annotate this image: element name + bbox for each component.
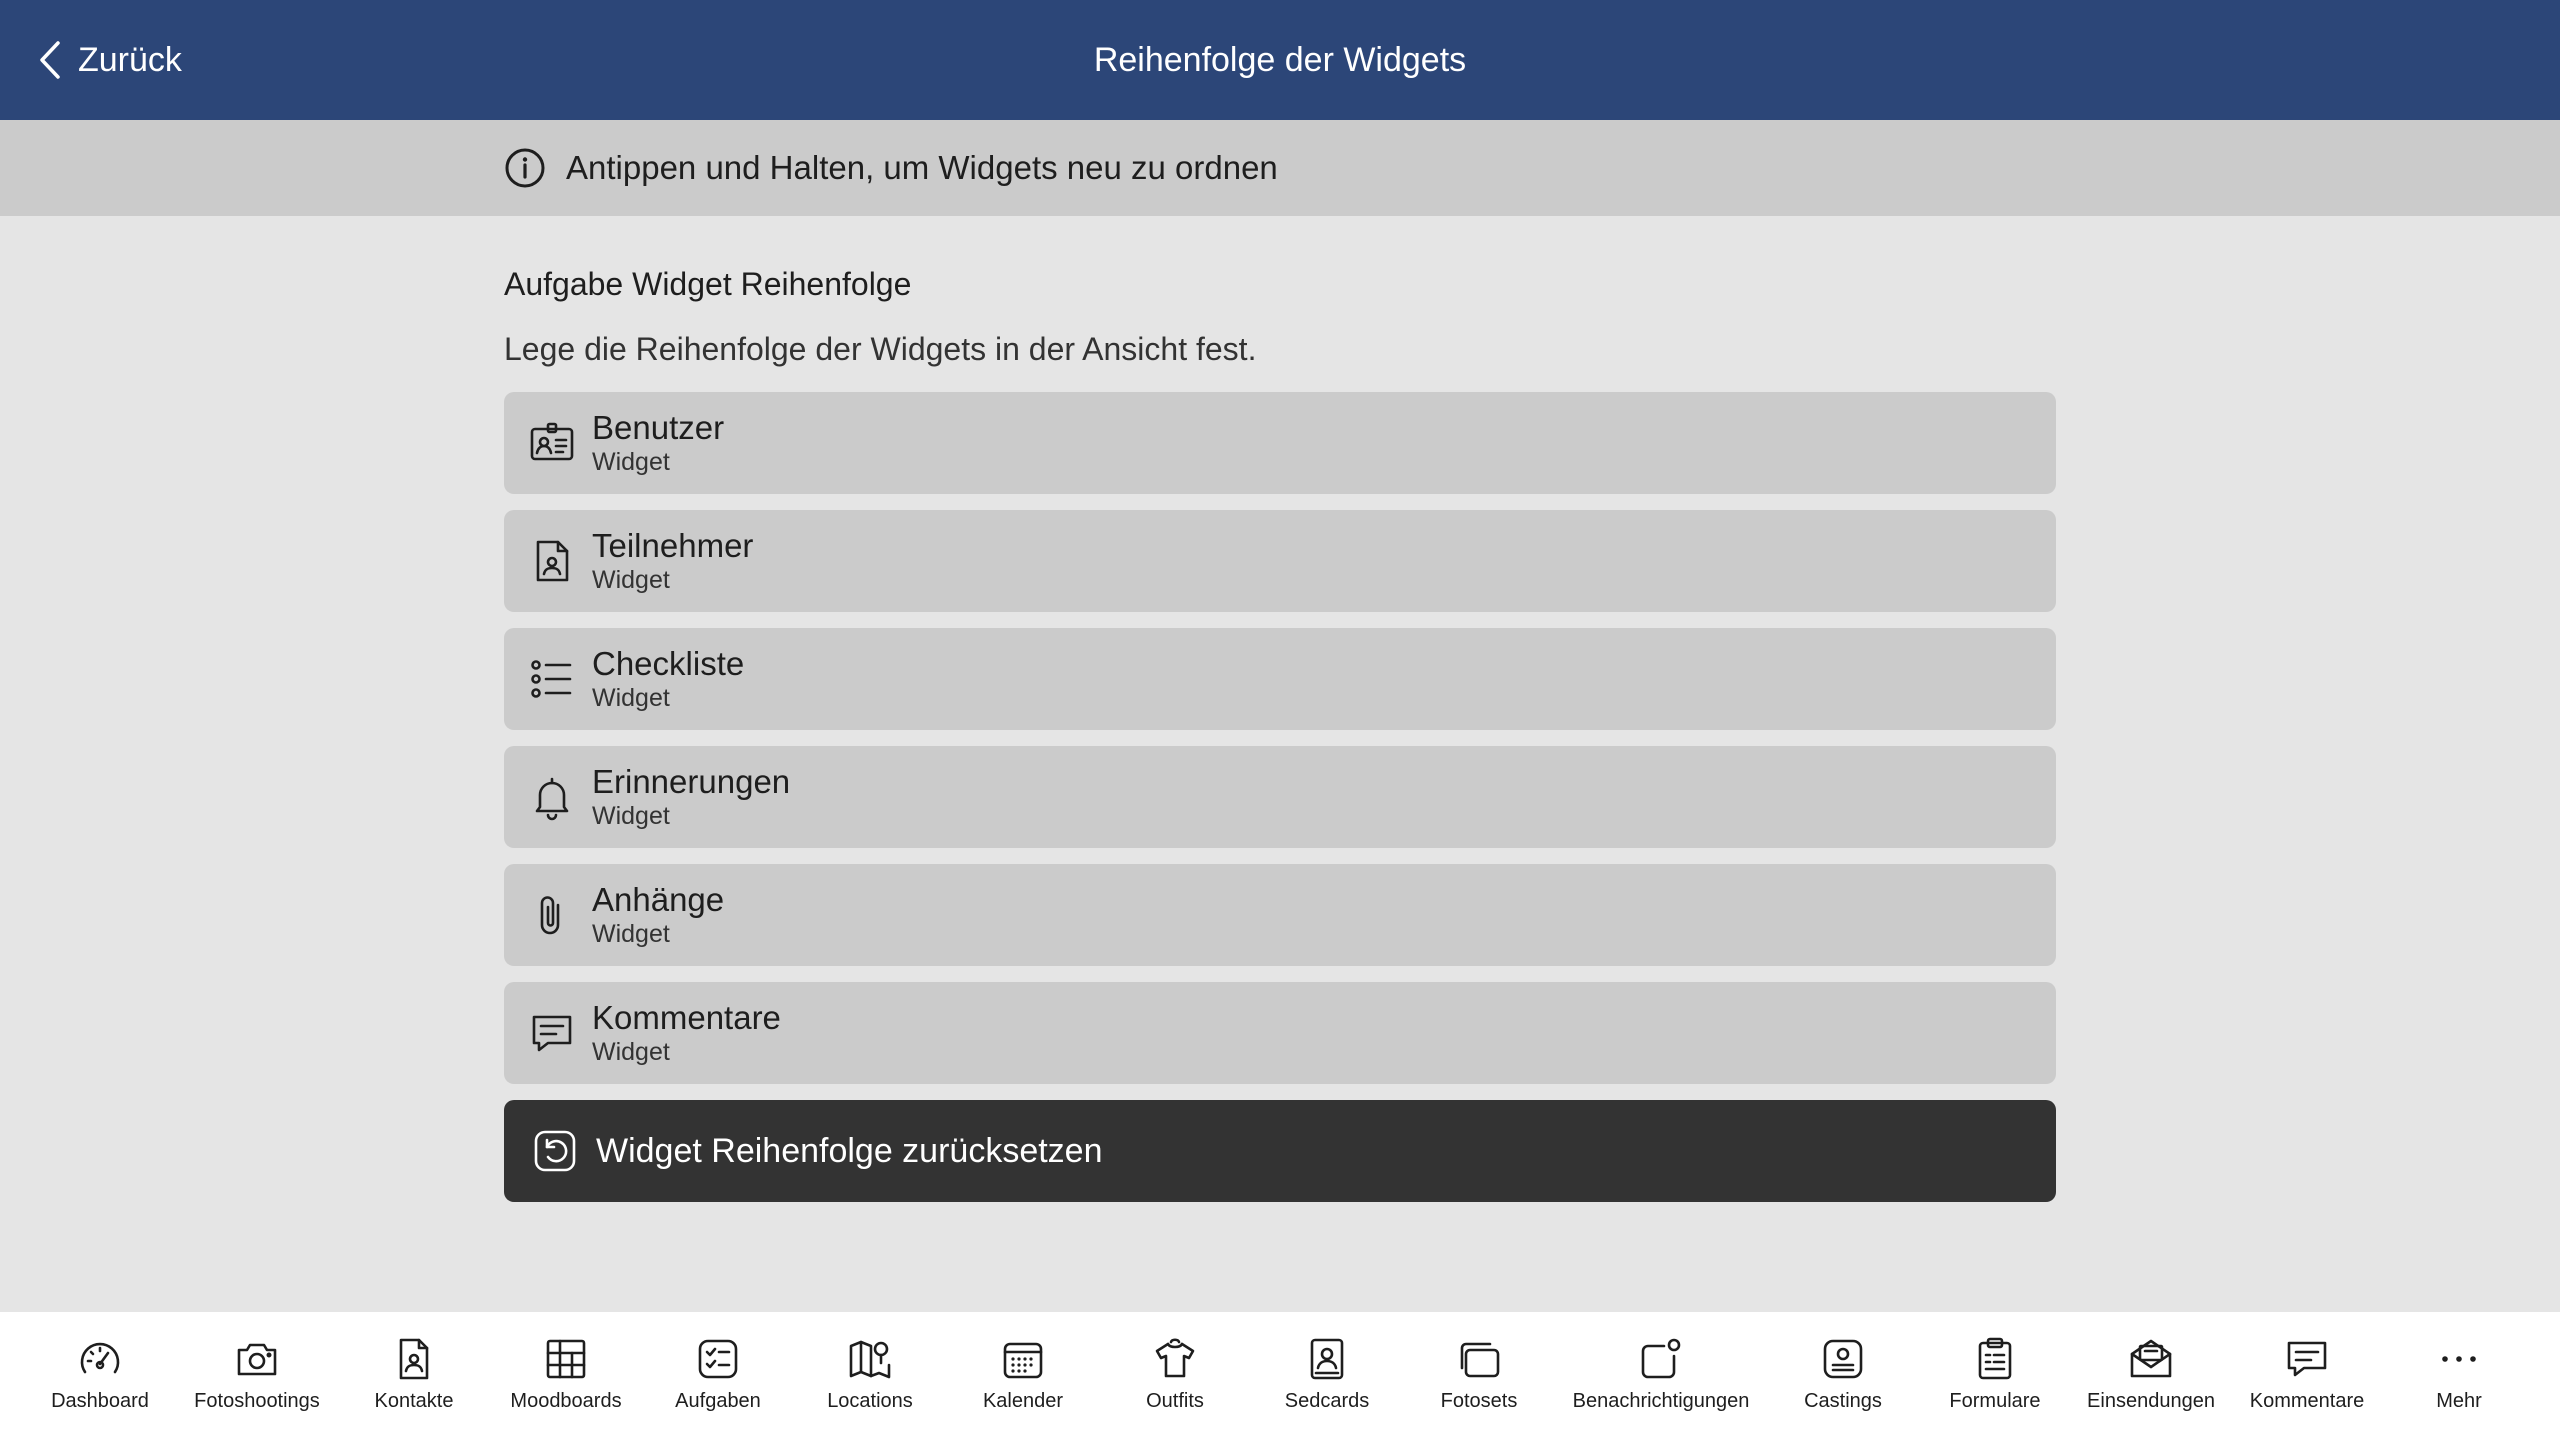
tab-label: Fotosets (1440, 1390, 1518, 1412)
tab-fotosets[interactable]: Fotosets (1399, 1312, 1559, 1440)
bottom-tab-bar: Dashboard Fotoshootings Kontakte Moodboa… (0, 1312, 2560, 1440)
info-icon (505, 148, 545, 188)
user-card-icon (530, 422, 574, 461)
bell-icon (535, 777, 569, 821)
tab-kontakte[interactable]: Kontakte (334, 1312, 494, 1440)
clipboard-icon (1978, 1337, 2012, 1380)
top-navigation-bar: Zurück Reihenfolge der Widgets (0, 0, 2560, 120)
photo-stack-icon (1460, 1342, 1500, 1378)
tab-label: Outfits (1146, 1390, 1204, 1412)
paperclip-icon (540, 896, 560, 935)
tab-locations[interactable]: Locations (790, 1312, 950, 1440)
widget-item-teilnehmer[interactable]: Teilnehmer Widget (504, 510, 2056, 612)
widget-item-kommentare[interactable]: Kommentare Widget (504, 982, 2056, 1084)
widget-item-erinnerungen[interactable]: Erinnerungen Widget (504, 746, 2056, 848)
tab-label: Benachrichtigungen (1572, 1390, 1750, 1412)
tab-outfits[interactable]: Outfits (1095, 1312, 1255, 1440)
tab-dashboard[interactable]: Dashboard (20, 1312, 180, 1440)
tab-fotoshootings[interactable]: Fotoshootings (177, 1312, 337, 1440)
chevron-left-icon (40, 41, 60, 79)
tab-label: Dashboard (51, 1390, 149, 1412)
info-banner: Antippen und Halten, um Widgets neu zu o… (0, 120, 2560, 216)
casting-icon (1823, 1339, 1863, 1379)
back-button[interactable]: Zurück (38, 32, 182, 88)
tab-label: Castings (1804, 1390, 1882, 1412)
moodboard-icon (546, 1339, 586, 1379)
sedcard-icon (1310, 1338, 1344, 1380)
widget-name: Erinnerungen (592, 763, 791, 800)
comment-icon (532, 1015, 572, 1052)
tab-einsendungen[interactable]: Einsendungen (2071, 1312, 2231, 1440)
tab-label: Fotoshootings (194, 1390, 320, 1412)
reset-icon (534, 1130, 576, 1172)
mail-open-icon (2130, 1339, 2172, 1378)
widget-name: Anhänge (592, 881, 725, 918)
tab-kalender[interactable]: Kalender (943, 1312, 1103, 1440)
shirt-icon (1155, 1338, 1195, 1378)
tab-label: Mehr (2436, 1390, 2482, 1412)
tab-moodboards[interactable]: Moodboards (486, 1312, 646, 1440)
widget-subtitle: Widget (592, 1038, 670, 1066)
tab-mehr[interactable]: Mehr (2379, 1312, 2539, 1440)
section-title: Aufgabe Widget Reihenfolge (504, 266, 912, 302)
widget-subtitle: Widget (592, 448, 670, 476)
widget-subtitle: Widget (592, 802, 670, 830)
tab-castings[interactable]: Castings (1763, 1312, 1923, 1440)
widget-name: Teilnehmer (592, 527, 754, 564)
widget-item-checkliste[interactable]: Checkliste Widget (504, 628, 2056, 730)
reset-button-label: Widget Reihenfolge zurücksetzen (596, 1131, 1103, 1170)
page-title: Reihenfolge der Widgets (1093, 40, 1467, 79)
tab-sedcards[interactable]: Sedcards (1247, 1312, 1407, 1440)
tab-label: Kalender (982, 1390, 1064, 1412)
tab-label: Moodboards (510, 1390, 622, 1412)
widget-item-benutzer[interactable]: Benutzer Widget (504, 392, 2056, 494)
back-label: Zurück (78, 40, 182, 79)
tab-aufgaben[interactable]: Aufgaben (638, 1312, 798, 1440)
info-text: Antippen und Halten, um Widgets neu zu o… (566, 149, 1278, 186)
widget-name: Checkliste (592, 645, 745, 682)
calendar-icon (1003, 1342, 1043, 1379)
camera-icon (237, 1343, 277, 1376)
widget-name: Kommentare (592, 999, 781, 1036)
tab-label: Aufgaben (675, 1390, 761, 1412)
widget-subtitle: Widget (592, 566, 670, 594)
contact-file-icon (536, 540, 569, 582)
contact-file-icon (399, 1338, 429, 1380)
widget-item-anhaenge[interactable]: Anhänge Widget (504, 864, 2056, 966)
tab-label: Kontakte (374, 1390, 454, 1412)
tab-label: Formulare (1949, 1390, 2041, 1412)
more-icon (2442, 1356, 2476, 1362)
widget-subtitle: Widget (592, 920, 670, 948)
speedometer-icon (80, 1342, 120, 1374)
tab-kommentare[interactable]: Kommentare (2227, 1312, 2387, 1440)
tab-label: Kommentare (2249, 1390, 2365, 1412)
tab-label: Locations (827, 1390, 913, 1412)
notification-icon (1641, 1338, 1681, 1379)
tab-label: Einsendungen (2087, 1390, 2215, 1412)
widget-subtitle: Widget (592, 684, 670, 712)
comment-icon (2287, 1341, 2327, 1377)
checklist-icon (531, 660, 572, 698)
tab-label: Sedcards (1284, 1390, 1370, 1412)
reset-widget-order-button[interactable]: Widget Reihenfolge zurücksetzen (504, 1100, 2056, 1202)
tasks-icon (698, 1339, 738, 1379)
map-pin-icon (849, 1340, 891, 1379)
section-description: Lege die Reihenfolge der Widgets in der … (504, 331, 1257, 367)
widget-list: Benutzer Widget Teilnehmer Widget Checkl… (504, 392, 2056, 1100)
tab-benachrichtigungen[interactable]: Benachrichtigungen (1573, 1312, 1749, 1440)
tab-formulare[interactable]: Formulare (1915, 1312, 2075, 1440)
widget-name: Benutzer (592, 409, 725, 446)
